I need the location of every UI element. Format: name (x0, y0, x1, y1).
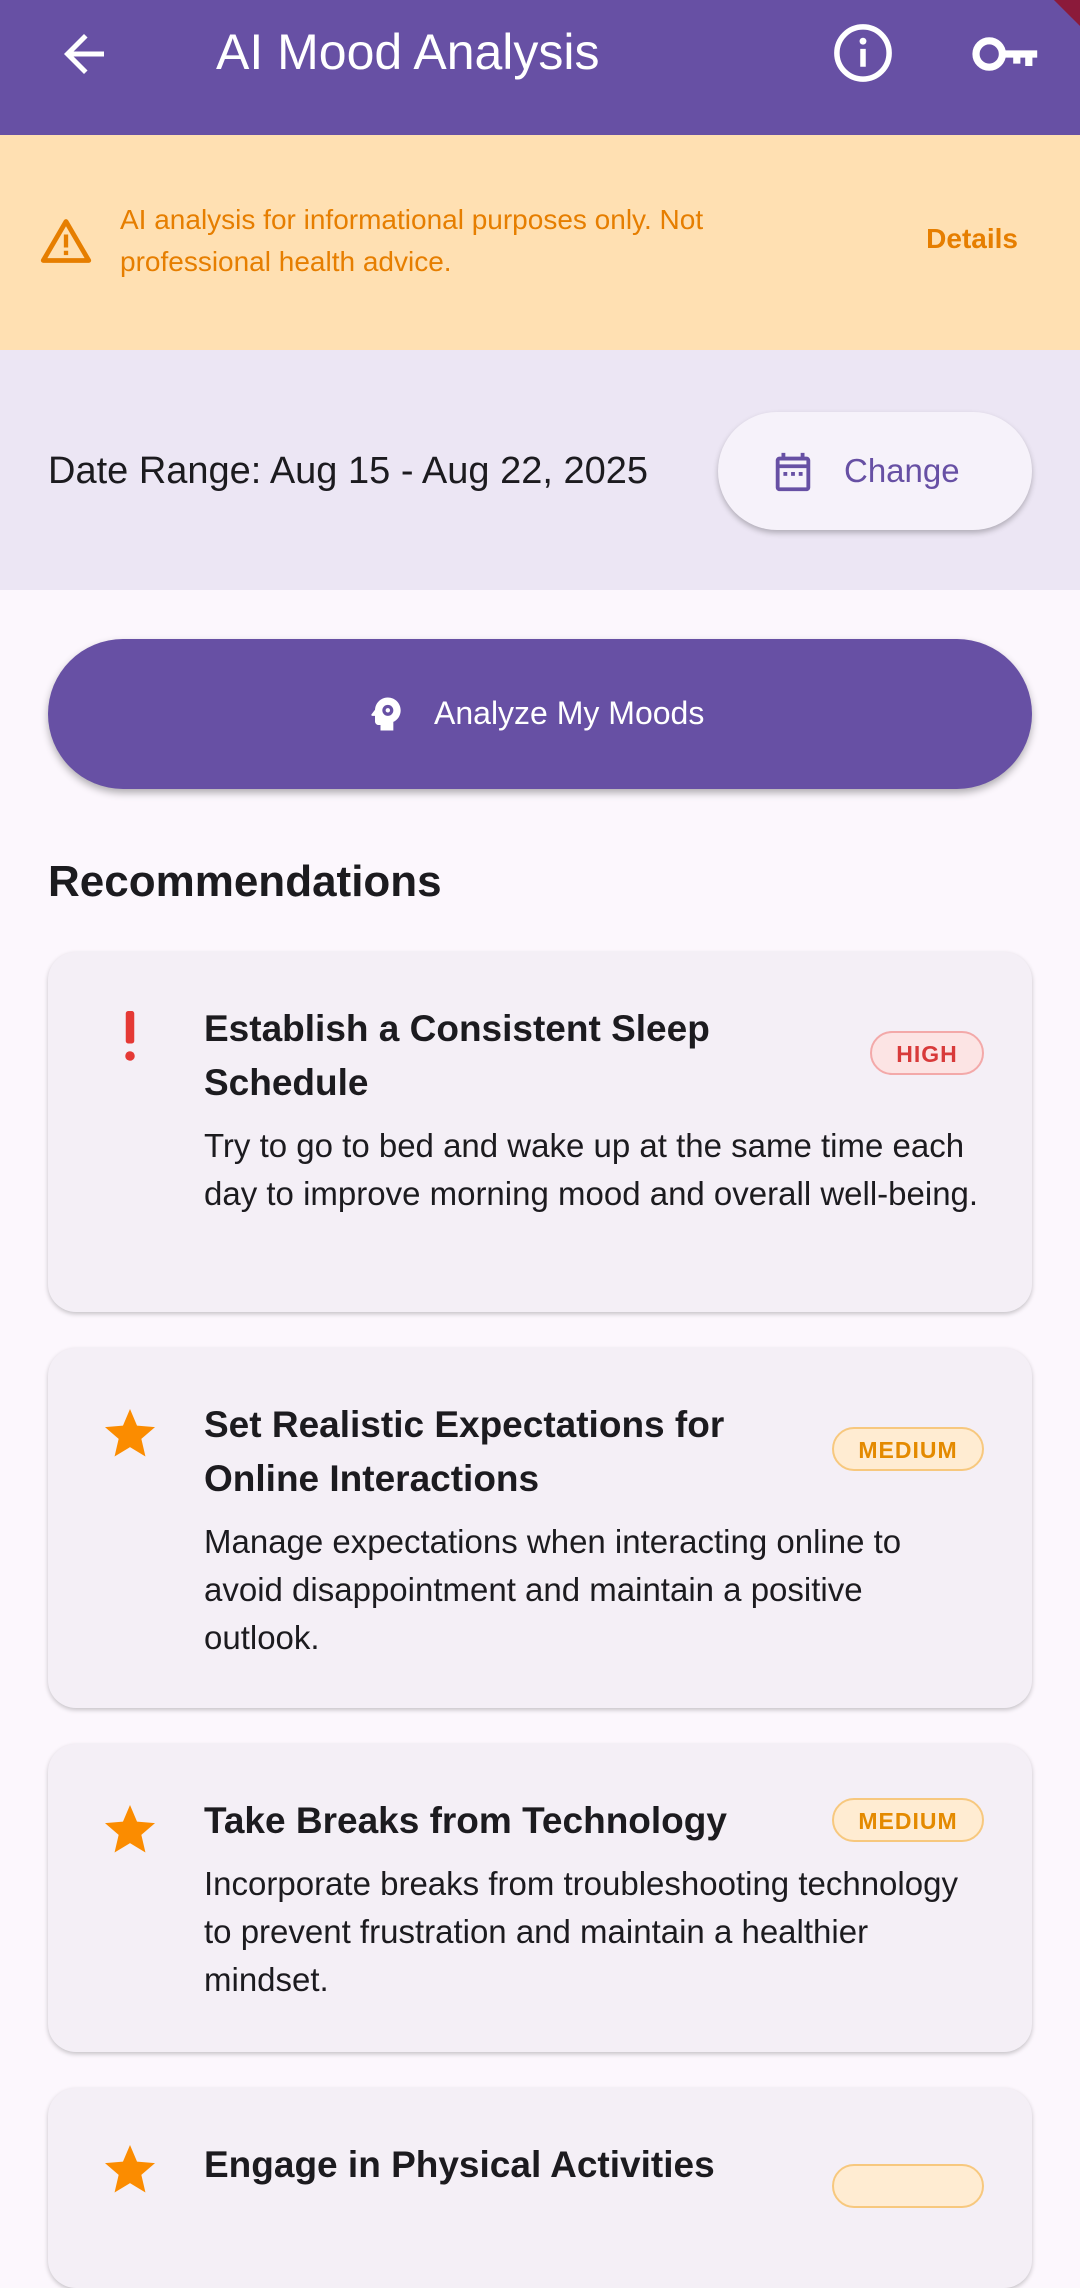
info-icon[interactable] (830, 20, 896, 86)
exclamation-icon (125, 1011, 135, 1061)
change-date-label: Change (844, 452, 960, 489)
key-icon[interactable] (970, 24, 1042, 84)
star-icon (105, 1805, 155, 1853)
warning-icon (40, 219, 92, 263)
priority-badge: HIGH (870, 1031, 984, 1075)
recommendation-description: Try to go to bed and wake up at the same… (204, 1127, 979, 1212)
star-icon (105, 1409, 155, 1457)
recommendation-title: Engage in Physical Activities (204, 2144, 715, 2185)
recommendations-heading: Recommendations (48, 857, 442, 906)
recommendation-card[interactable]: Set Realistic Expectations for Online In… (48, 1348, 1032, 1708)
disclaimer-banner: AI analysis for informational purposes o… (0, 135, 1080, 350)
date-range-label: Date Range: Aug 15 - Aug 22, 2025 (48, 450, 649, 492)
date-range-section: Date Range: Aug 15 - Aug 22, 2025 Change (0, 350, 1080, 590)
star-icon (105, 2145, 155, 2193)
recommendation-title: Set Realistic Expectations for Online In… (204, 1404, 725, 1499)
recommendation-card[interactable]: Establish a Consistent Sleep Schedule HI… (48, 952, 1032, 1312)
calendar-icon (775, 452, 811, 492)
recommendation-title: Take Breaks from Technology (204, 1800, 727, 1841)
brain-gear-icon (371, 697, 401, 731)
recommendation-description: Manage expectations when interacting onl… (204, 1523, 902, 1656)
priority-badge: MEDIUM (832, 1427, 984, 1471)
analyze-moods-button[interactable]: Analyze My Moods (48, 639, 1032, 789)
recommendation-card[interactable]: Take Breaks from Technology MEDIUM Incor… (48, 1744, 1032, 2052)
arrow-back-icon[interactable] (54, 24, 114, 84)
details-button[interactable]: Details (926, 223, 1018, 255)
disclaimer-text: AI analysis for informational purposes o… (120, 204, 704, 277)
app-bar: AI Mood Analysis (0, 0, 1080, 135)
priority-badge: MEDIUM (832, 1798, 984, 1842)
recommendation-card[interactable]: Engage in Physical Activities (48, 2088, 1032, 2288)
change-date-button[interactable]: Change (718, 412, 1032, 530)
recommendation-description: Incorporate breaks from troubleshooting … (204, 1865, 958, 1998)
priority-badge (832, 2164, 984, 2208)
analyze-moods-label: Analyze My Moods (434, 695, 705, 731)
recommendation-title: Establish a Consistent Sleep Schedule (204, 1008, 710, 1103)
page-title: AI Mood Analysis (216, 24, 600, 80)
